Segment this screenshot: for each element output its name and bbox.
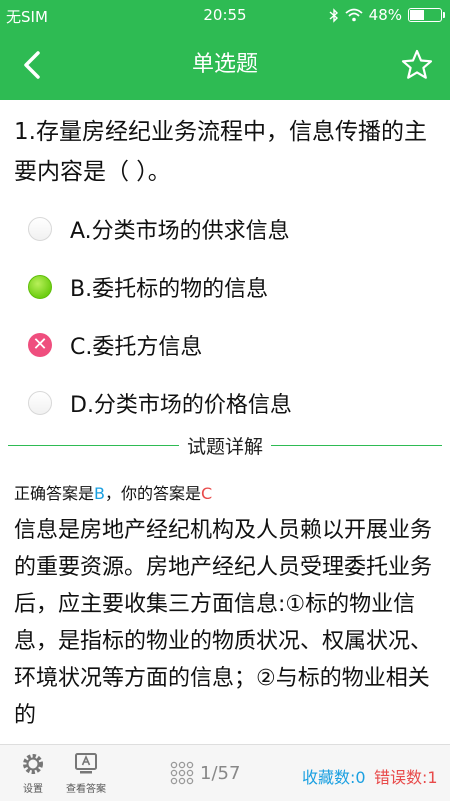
option-b[interactable]: B.委托标的物的信息 [0, 258, 450, 316]
option-c[interactable]: ✕ C.委托方信息 [0, 316, 450, 374]
question-pager[interactable]: 1/57 [170, 761, 240, 785]
view-answer-label: 查看答案 [66, 784, 106, 795]
option-d[interactable]: D.分类市场的价格信息 [0, 374, 450, 432]
view-answer-button[interactable]: 查看答案 [64, 751, 108, 795]
gear-icon [23, 754, 43, 774]
settings-button[interactable]: 设置 [18, 751, 48, 795]
correct-answer: B [94, 484, 105, 503]
settings-label: 设置 [23, 784, 43, 795]
answer-prefix: 正确答案是 [14, 484, 95, 503]
option-label: A.分类市场的供求信息 [70, 219, 290, 244]
option-label: B.委托标的物的信息 [70, 277, 269, 302]
favorite-star-icon[interactable] [400, 48, 434, 82]
answer-summary: 正确答案是B，你的答案是C [14, 480, 212, 504]
answer-middle: ，你的答案是 [105, 484, 202, 503]
analysis-text: 信息是房地产经纪机构及人员赖以开展业务的重要资源。房地产经纪人员受理委托业务后，… [14, 518, 433, 728]
bottom-toolbar: 设置 查看答案 1/57 收藏数:0 错误数:1 [0, 744, 450, 801]
battery-percent: 48% [368, 6, 402, 24]
radio-unselected-icon[interactable] [28, 217, 52, 241]
wifi-icon [345, 8, 363, 22]
grid-icon [170, 761, 194, 785]
errors-count[interactable]: 错误数:1 [374, 764, 438, 788]
page-title: 单选题 [191, 52, 258, 77]
nav-bar: 单选题 [0, 30, 450, 100]
options-list: A.分类市场的供求信息 B.委托标的物的信息 ✕ C.委托方信息 D.分类市场的… [0, 200, 450, 432]
favorites-count[interactable]: 收藏数:0 [302, 764, 366, 788]
radio-correct-icon[interactable] [28, 275, 52, 299]
bluetooth-icon [329, 7, 338, 23]
status-right: 48% [329, 6, 445, 24]
option-a[interactable]: A.分类市场的供求信息 [0, 200, 450, 258]
monitor-icon [75, 753, 97, 774]
option-label: D.分类市场的价格信息 [70, 393, 292, 418]
option-label: C.委托方信息 [70, 335, 203, 360]
section-header: 试题详解 [0, 432, 450, 459]
battery-icon [408, 8, 445, 22]
pager-label: 1/57 [200, 762, 241, 784]
user-answer: C [201, 484, 213, 503]
radio-wrong-icon[interactable]: ✕ [28, 333, 52, 357]
question-text: 1.存量房经纪业务流程中，信息传播的主要内容是（ ）。 [14, 119, 427, 185]
status-bar: 无SIM 20:55 48% [0, 0, 450, 30]
radio-unselected-icon[interactable] [28, 391, 52, 415]
section-title: 试题详解 [178, 436, 271, 458]
